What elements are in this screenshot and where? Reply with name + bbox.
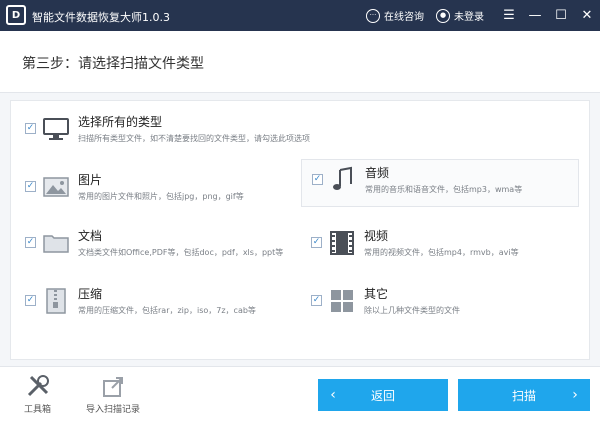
checkbox-audio[interactable]: ✓: [312, 174, 323, 185]
option-video-desc: 常用的视频文件，包括mp4，rmvb，avi等: [364, 248, 519, 257]
scan-label: 扫描: [511, 388, 536, 403]
toolbox-button[interactable]: 工具箱: [24, 373, 51, 415]
option-video-title: 视频: [364, 229, 389, 243]
option-other-desc: 除以上几种文件类型的文件: [364, 306, 460, 315]
music-note-icon: [333, 166, 352, 190]
app-logo-icon: D: [6, 5, 26, 25]
back-button[interactable]: ‹ 返回: [318, 379, 448, 411]
title-bar: D 智能文件数据恢复大师1.0.3 ··· 在线咨询 ● 未登录 ☰ — ☐ ✕: [0, 0, 600, 31]
login-label: 未登录: [454, 12, 484, 23]
checkbox-archives[interactable]: ✓: [25, 295, 36, 306]
option-audio-desc: 常用的音乐和语音文件，包括mp3，wma等: [365, 185, 523, 194]
page-title: 第三步：请选择扫描文件类型: [22, 56, 204, 72]
option-other[interactable]: ✓ 其它 除以上几种文件类型的文件: [311, 285, 460, 316]
option-pictures[interactable]: ✓ 图片 常用的图片文件和照片，包括jpg，png，gif等: [25, 171, 244, 202]
user-icon: ●: [436, 8, 450, 23]
option-other-title: 其它: [364, 287, 389, 301]
option-documents-desc: 文档类文件如Office,PDF等，包括doc，pdf，xls，ppt等: [78, 248, 284, 257]
minimize-icon: —: [528, 8, 542, 23]
checkbox-other[interactable]: ✓: [311, 295, 322, 306]
folder-icon: [43, 235, 69, 253]
title-bar-actions: ··· 在线咨询 ● 未登录 ☰ — ☐ ✕: [366, 0, 600, 31]
footer-bar: 工具箱 导入扫描记录 ‹ 返回 扫描 ›: [0, 366, 600, 422]
chat-icon: ···: [366, 8, 380, 23]
toolbox-label: 工具箱: [24, 405, 52, 415]
option-all-types[interactable]: ✓ 选择所有的类型 扫描所有类型文件，如不清楚要找回的文件类型，请勾选此项选项: [25, 113, 310, 144]
minimize-button[interactable]: —: [522, 0, 548, 31]
chevron-left-icon: ‹: [330, 387, 336, 403]
online-chat-label: 在线咨询: [384, 12, 424, 23]
option-audio[interactable]: ✓ 音频 常用的音乐和语音文件，包括mp3，wma等: [301, 159, 579, 207]
chevron-right-icon: ›: [572, 387, 578, 403]
archive-icon: [46, 288, 66, 314]
monitor-icon: [43, 118, 69, 140]
login-button[interactable]: ● 未登录: [436, 8, 484, 23]
online-chat-button[interactable]: ··· 在线咨询: [366, 8, 424, 23]
option-all-types-title: 选择所有的类型: [78, 115, 163, 129]
file-type-options: ✓ 选择所有的类型 扫描所有类型文件，如不清楚要找回的文件类型，请勾选此项选项 …: [10, 100, 590, 360]
option-audio-title: 音频: [365, 166, 390, 180]
option-archives-title: 压缩: [78, 287, 103, 301]
menu-icon: ☰: [503, 8, 515, 23]
option-pictures-title: 图片: [78, 173, 103, 187]
option-video[interactable]: ✓ 视频 常用的视频文件，包括mp4，rmvb，avi等: [311, 227, 519, 258]
option-all-types-desc: 扫描所有类型文件，如不清楚要找回的文件类型，请勾选此项选项: [78, 134, 310, 143]
maximize-icon: ☐: [555, 8, 567, 23]
checkbox-documents[interactable]: ✓: [25, 237, 36, 248]
option-documents[interactable]: ✓ 文档 文档类文件如Office,PDF等，包括doc，pdf，xls，ppt…: [25, 227, 283, 258]
option-archives[interactable]: ✓ 压缩 常用的压缩文件，包括rar，zip，iso，7z，cab等: [25, 285, 256, 316]
picture-icon: [43, 177, 69, 197]
grid-icon: [331, 290, 353, 312]
scan-button[interactable]: 扫描 ›: [458, 379, 590, 411]
tools-icon: [27, 375, 49, 397]
option-archives-desc: 常用的压缩文件，包括rar，zip，iso，7z，cab等: [78, 306, 256, 315]
option-documents-title: 文档: [78, 229, 103, 243]
import-record-button[interactable]: 导入扫描记录: [86, 373, 140, 415]
close-button[interactable]: ✕: [574, 0, 600, 31]
menu-button[interactable]: ☰: [496, 0, 522, 31]
maximize-button[interactable]: ☐: [548, 0, 574, 31]
option-pictures-desc: 常用的图片文件和照片，包括jpg，png，gif等: [78, 192, 244, 201]
checkbox-all-types[interactable]: ✓: [25, 123, 36, 134]
back-label: 返回: [370, 388, 395, 403]
checkbox-pictures[interactable]: ✓: [25, 181, 36, 192]
app-title: 智能文件数据恢复大师1.0.3: [32, 11, 170, 24]
film-icon: [330, 231, 354, 255]
step-header: 第三步：请选择扫描文件类型: [0, 31, 600, 93]
import-record-label: 导入扫描记录: [86, 405, 141, 415]
close-icon: ✕: [581, 8, 593, 23]
checkbox-video[interactable]: ✓: [311, 237, 322, 248]
import-icon: [103, 377, 123, 397]
